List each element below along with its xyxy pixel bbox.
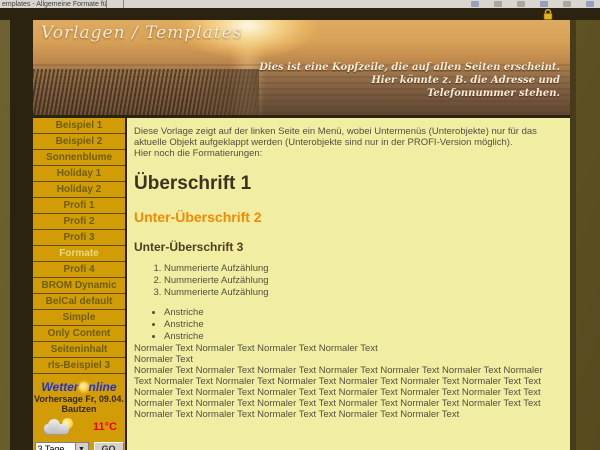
help-icon[interactable] — [586, 1, 594, 7]
header-banner: Vorlagen / Templates Dies ist eine Kopfz… — [33, 20, 570, 115]
chevron-down-icon[interactable]: ▼ — [75, 443, 88, 450]
sun-behind-cloud-icon — [43, 418, 75, 436]
sidebar-item-simple[interactable]: Simple — [33, 310, 125, 326]
sidebar-item-profi-1[interactable]: Profi 1 — [33, 198, 125, 214]
weather-condition-row: 11°C — [33, 414, 125, 439]
download-icon[interactable] — [540, 1, 548, 7]
bullet-list-item: Anstriche — [164, 307, 560, 318]
numbered-list-item: Nummerierte Aufzählung — [164, 263, 560, 274]
browser-toolbar-icons — [471, 1, 594, 7]
numbered-list-item: Nummerierte Aufzählung — [164, 287, 560, 298]
formats-intro: Hier noch die Formatierungen: — [134, 148, 560, 159]
heading-2: Unter-Überschrift 2 — [134, 209, 560, 226]
site-title: Vorlagen / Templates — [41, 23, 242, 43]
tagline-line: Telefonnummer stehen. — [259, 87, 560, 100]
normal-text-long: Normaler Text Normaler Text Normaler Tex… — [134, 365, 560, 420]
forecast-label: Vorhersage Fr, 09.04. — [33, 394, 125, 404]
brand-suffix: nline — [89, 380, 117, 394]
sidebar-item-holiday-2[interactable]: Holiday 2 — [33, 182, 125, 198]
forecast-range-select[interactable]: 3 Tage ▼ — [35, 442, 89, 450]
site-frame-left — [10, 20, 33, 450]
weather-widget: Wetter nline Vorhersage Fr, 09.04. Bautze… — [33, 380, 125, 450]
mail-icon[interactable] — [517, 1, 525, 7]
browser-tab[interactable]: emplates - Allgemeine Formate für Texte … — [0, 0, 107, 8]
sidebar-item-holiday-1[interactable]: Holiday 1 — [33, 166, 125, 182]
heading-3: Unter-Überschrift 3 — [134, 240, 560, 254]
normal-text-line: Normaler Text — [134, 354, 193, 365]
sidebar-item-brom-dynamic[interactable]: BROM Dynamic — [33, 278, 125, 294]
heading-1: Überschrift 1 — [134, 173, 560, 195]
header-tagline: Dies ist eine Kopfzeile, die auf allen S… — [259, 61, 560, 100]
weather-controls: 3 Tage ▼ GO — [33, 442, 125, 450]
sidebar-item-seiteninhalt[interactable]: Seiteninhalt — [33, 342, 125, 358]
sidebar-item-beispiel-2[interactable]: Beispiel 2 — [33, 134, 125, 150]
sidebar-item-only-content[interactable]: Only Content — [33, 326, 125, 342]
site-frame-right — [570, 20, 576, 450]
browser-tab-title: emplates - Allgemeine Formate für Texte … — [2, 1, 107, 8]
bullet-list-item: Anstriche — [164, 331, 560, 342]
numbered-list: Nummerierte Aufzählung Nummerierte Aufzä… — [134, 263, 560, 298]
go-button[interactable]: GO — [94, 442, 124, 450]
browser-tab-stub[interactable] — [107, 0, 124, 8]
wetteronline-logo[interactable]: Wetter nline — [33, 380, 125, 394]
print-icon[interactable] — [494, 1, 502, 7]
padlock-icon — [542, 9, 554, 20]
screen: emplates - Allgemeine Formate für Texte … — [0, 0, 600, 450]
home-icon[interactable] — [563, 1, 571, 7]
sidebar-item-profi-3[interactable]: Profi 3 — [33, 230, 125, 246]
sidebar-item-belcal-default[interactable]: BelCal default — [33, 294, 125, 310]
bookmark-icon[interactable] — [471, 1, 479, 7]
forecast-range-value: 3 Tage — [36, 443, 75, 450]
main-content: Diese Vorlage zeigt auf der linken Seite… — [127, 118, 570, 450]
numbered-list-item: Nummerierte Aufzählung — [164, 275, 560, 286]
sidebar-item-sonnenblume[interactable]: Sonnenblume — [33, 150, 125, 166]
intro-paragraph: Diese Vorlage zeigt auf der linken Seite… — [134, 126, 560, 148]
brand-prefix: Wetter — [41, 380, 78, 394]
tagline-line: Dies ist eine Kopfzeile, die auf allen S… — [259, 61, 560, 74]
bullet-list-item: Anstriche — [164, 319, 560, 330]
sidebar-item-beispiel-1[interactable]: Beispiel 1 — [33, 118, 125, 134]
normal-text-short: Normaler Text Normaler Text Normaler Tex… — [134, 343, 560, 365]
sidebar: Beispiel 1 Beispiel 2 Sonnenblume Holida… — [33, 118, 125, 450]
forecast-city: Bautzen — [33, 404, 125, 414]
temperature-value: 11°C — [93, 421, 117, 433]
sidebar-item-profi-2[interactable]: Profi 2 — [33, 214, 125, 230]
sidebar-item-formate[interactable]: Formate — [33, 246, 125, 262]
sidebar-item-profi-4[interactable]: Profi 4 — [33, 262, 125, 278]
bullet-list: Anstriche Anstriche Anstriche — [134, 307, 560, 342]
normal-text-line: Normaler Text Normaler Text Normaler Tex… — [134, 343, 378, 354]
site-frame-top — [0, 8, 600, 20]
sun-icon — [79, 382, 89, 392]
tagline-line: Hier könnte z. B. die Adresse und — [259, 74, 560, 87]
sidebar-item-rls-beispiel-3[interactable]: rls-Beispiel 3 — [33, 358, 125, 374]
dune-grass — [33, 69, 259, 115]
